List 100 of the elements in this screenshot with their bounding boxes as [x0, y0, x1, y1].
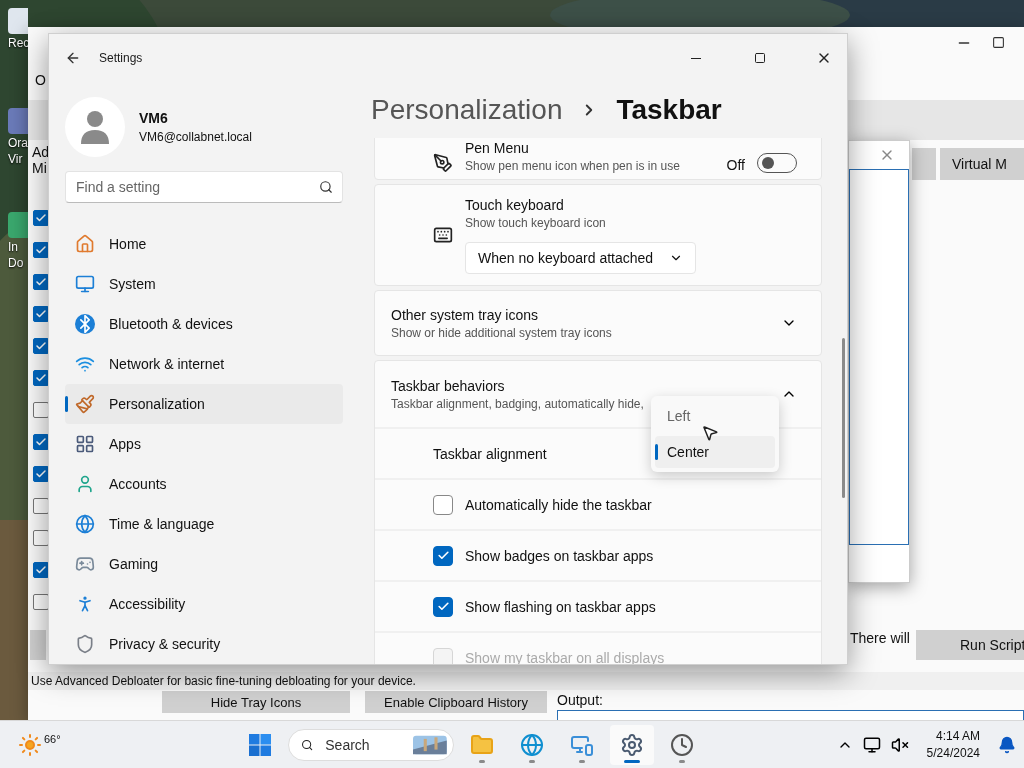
checkmark-icon [35, 468, 47, 480]
nav-item[interactable]: Network & internet [65, 344, 343, 384]
minimize-icon [691, 57, 701, 59]
checkbox[interactable] [433, 494, 453, 515]
shield-icon [75, 634, 95, 654]
globe-icon [75, 514, 95, 534]
person-icon [80, 109, 110, 144]
checkmark-icon [35, 564, 47, 576]
nav-item[interactable]: Apps [65, 424, 343, 464]
checkbox[interactable] [433, 596, 453, 617]
nav-item[interactable]: Personalization [65, 384, 343, 424]
checkmark-icon [35, 436, 47, 448]
user-name: VM6 [139, 109, 169, 126]
bell-icon[interactable] [998, 735, 1016, 754]
nav-item[interactable]: System [65, 264, 343, 304]
running-indicator [624, 759, 640, 763]
nav-item[interactable]: Accounts [65, 464, 343, 504]
checkbox[interactable] [33, 274, 49, 290]
status-bar: Use Advanced Debloater for basic fine-tuning debloating for your device. [28, 672, 1024, 690]
checkmark-icon [436, 549, 450, 562]
user-email: VM6@collabnet.local [139, 129, 252, 144]
checkbox[interactable] [33, 530, 49, 546]
menu-option[interactable]: Left [655, 400, 775, 432]
monitor-icon [75, 274, 95, 294]
setting-description: Taskbar alignment, badging, automatically hide, [391, 396, 644, 411]
checkbox-label: Automatically hide the taskbar [465, 496, 652, 513]
nav-item[interactable]: Privacy & security [65, 624, 343, 664]
checkmark-icon [35, 276, 47, 288]
cursor-icon [701, 424, 719, 442]
search-box[interactable]: Search [288, 728, 454, 761]
desktop-icon-label: Vir [7, 152, 23, 166]
scrollbar-thumb[interactable] [842, 338, 845, 498]
nav-item[interactable]: Time & language [65, 504, 343, 544]
note-text: There will [850, 630, 910, 646]
checkbox[interactable] [33, 338, 49, 354]
menu-option[interactable]: Center [655, 436, 775, 468]
browser-icon [520, 732, 544, 757]
pen-icon [433, 153, 453, 173]
checkmark-icon [35, 372, 47, 384]
nav-item[interactable]: Gaming [65, 544, 343, 584]
checkbox[interactable] [33, 498, 49, 514]
search-field[interactable]: Search [323, 735, 404, 754]
home-icon [75, 234, 95, 254]
search-icon [319, 180, 333, 194]
folder-icon [470, 732, 494, 757]
desktop-icon-label: Rec [7, 36, 30, 50]
setting-description: Show or hide additional system tray icons [391, 325, 612, 340]
checkbox[interactable] [33, 210, 49, 226]
running-indicator [479, 759, 485, 763]
virtual-button[interactable]: Virtual M [940, 148, 1024, 180]
windows-logo-icon[interactable] [248, 732, 272, 757]
settings-icon [620, 732, 644, 757]
checkbox[interactable] [33, 562, 49, 578]
settings-card[interactable]: Other system tray icons Show or hide additional system tray icons [374, 290, 822, 356]
keyboard-icon [433, 225, 453, 245]
checkbox[interactable] [33, 242, 49, 258]
temperature: 66° [44, 732, 61, 745]
checkbox[interactable] [33, 370, 49, 386]
nav-item[interactable]: Accessibility [65, 584, 343, 624]
back-icon[interactable] [65, 50, 81, 66]
apps-icon [75, 434, 95, 454]
checkbox-label: Show flashing on taskbar apps [465, 598, 656, 615]
person-icon [75, 474, 95, 494]
taskbar-app[interactable] [610, 724, 654, 765]
gamepad-icon [75, 554, 95, 574]
checkbox[interactable] [33, 594, 49, 610]
checkmark-icon [436, 600, 450, 613]
breadcrumb-item[interactable]: Personalization [371, 94, 563, 126]
section-heading: Mi [32, 160, 48, 176]
setting-description: Show pen menu icon when pen is in use [465, 159, 680, 173]
dropdown[interactable]: When no keyboard attached [465, 241, 697, 274]
clock[interactable]: 4:14 AM 5/24/2024 [918, 729, 988, 760]
nav-item[interactable]: Home [65, 224, 343, 264]
checkmark-icon [35, 308, 47, 320]
action-button[interactable]: Hide Tray Icons [162, 691, 350, 713]
checkmark-icon [35, 212, 47, 224]
desktop-icon-label: Do [7, 256, 24, 270]
checkmark-icon [35, 244, 47, 256]
checkbox[interactable] [33, 434, 49, 450]
bluetooth-icon [75, 314, 95, 334]
maximize-icon[interactable] [992, 36, 1005, 49]
maximize-icon [754, 52, 766, 64]
search-field[interactable]: Find a setting [65, 171, 343, 203]
checkbox[interactable] [33, 466, 49, 482]
action-button[interactable]: Enable Clipboard History [365, 691, 547, 713]
desktop-icon-label: Ora [7, 136, 28, 150]
checkbox[interactable] [33, 402, 49, 418]
setting-description: Show touch keyboard icon [465, 215, 606, 230]
selection-indicator [655, 444, 658, 460]
breadcrumb-item: Taskbar [616, 94, 722, 126]
desktop-icon-label: In [7, 240, 18, 254]
setting-label: Taskbar alignment [433, 445, 547, 462]
nav-item[interactable]: Bluetooth & devices [65, 304, 343, 344]
checkbox[interactable] [33, 306, 49, 322]
running-indicator [529, 759, 535, 763]
paintbrush-icon [75, 394, 95, 414]
setting-title: Taskbar behaviors [391, 377, 506, 394]
menu-item[interactable]: O [35, 72, 46, 88]
muted-speaker-icon[interactable] [890, 735, 909, 754]
checkbox[interactable] [433, 545, 453, 566]
